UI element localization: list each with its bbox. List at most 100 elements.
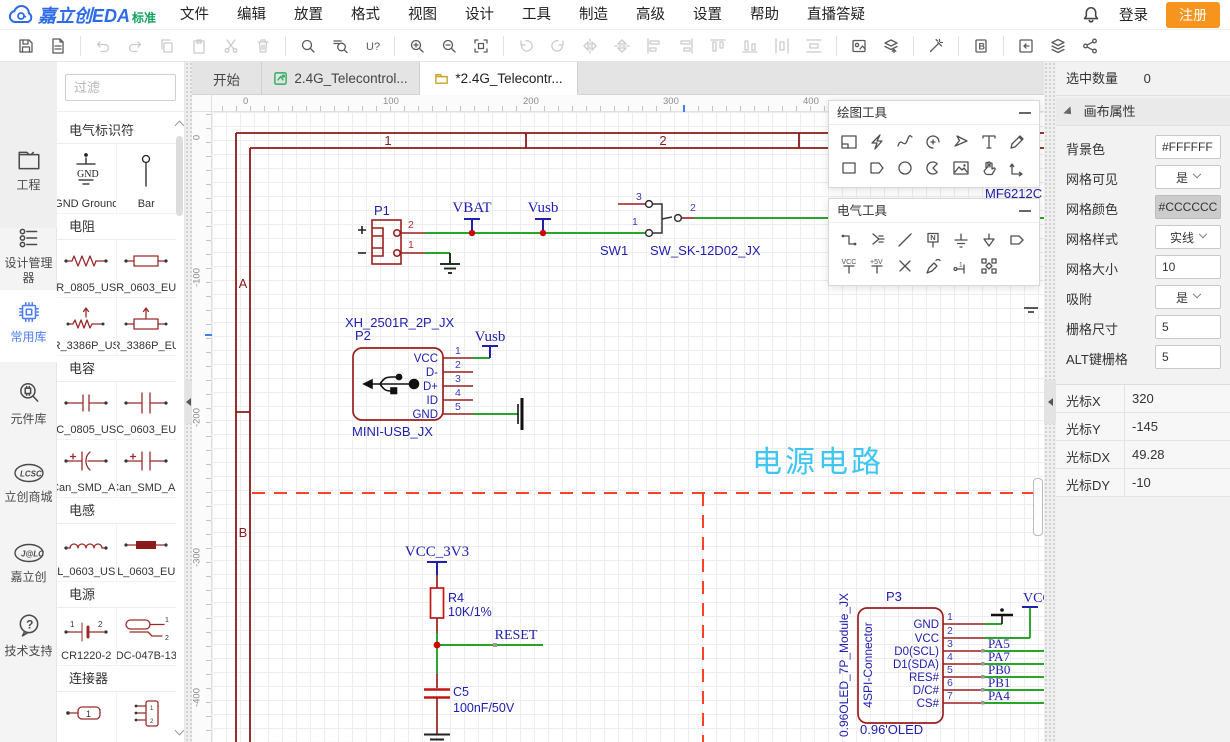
sidebar-item-common-library[interactable]: 常用库 — [0, 300, 57, 345]
ground-tool-icon[interactable] — [947, 227, 975, 253]
component-c5-capacitor[interactable]: C5 100nF/50V — [424, 674, 515, 735]
distribute-vertical-icon[interactable] — [801, 33, 827, 59]
no-connect-tool-icon[interactable] — [891, 253, 919, 279]
theme-switch-icon[interactable] — [878, 33, 904, 59]
redo-icon[interactable] — [122, 33, 148, 59]
collapse-left-handle[interactable] — [185, 380, 192, 424]
line-tool-icon[interactable] — [891, 227, 919, 253]
library-item-cap-polar-eu[interactable]: Can_SMD_AL — [117, 440, 177, 497]
library-scrollbar[interactable] — [175, 114, 184, 742]
menu-file[interactable]: 文件 — [166, 0, 223, 30]
scroll-up-icon[interactable] — [175, 121, 185, 131]
net-flag-vbat[interactable]: VBAT — [452, 200, 491, 236]
zoom-out-icon[interactable] — [436, 33, 462, 59]
rotate-cw-icon[interactable] — [545, 33, 571, 59]
library-item-conn-1pin[interactable]: 1 — [57, 692, 117, 742]
notification-bell-icon[interactable] — [1081, 5, 1101, 25]
library-item-cap-polar-us[interactable]: Can_SMD_AL — [57, 440, 117, 497]
minimize-icon[interactable] — [1019, 112, 1031, 114]
sidebar-item-design-manager[interactable]: 设计管理器 — [0, 226, 57, 286]
vcc-flag-tool-icon[interactable]: VCC — [835, 253, 863, 279]
sidebar-item-project[interactable]: 工程 — [0, 148, 57, 193]
p2-ref[interactable]: P2 — [355, 328, 371, 343]
collapse-right-handle[interactable] — [1044, 380, 1056, 424]
library-item-dc-jack[interactable]: 12 DC-047B-13 — [117, 608, 177, 665]
scrollbar-thumb[interactable] — [1033, 478, 1043, 536]
electrical-tools-titlebar[interactable]: 电气工具 — [829, 199, 1039, 223]
library-item-battery-cr1220[interactable]: 12 CR1220-2 — [57, 608, 117, 665]
menu-live-support[interactable]: 直播答疑 — [793, 0, 879, 30]
ground-triangle-tool-icon[interactable] — [975, 227, 1003, 253]
plus5v-flag-tool-icon[interactable]: +5V — [863, 253, 891, 279]
gnd-symbol-p1[interactable] — [425, 253, 460, 273]
pencil-tool-icon[interactable] — [1003, 129, 1031, 155]
rotate-ccw-icon[interactable] — [513, 33, 539, 59]
section-connectors[interactable]: 连接器 — [57, 666, 176, 692]
login-link[interactable]: 登录 — [1119, 4, 1148, 25]
sidebar-item-component-library[interactable]: 元件库 — [0, 380, 57, 427]
menu-tools[interactable]: 工具 — [508, 0, 565, 30]
library-item-l-0603-us[interactable]: L_0603_US — [57, 524, 117, 581]
library-item-bar[interactable]: Bar — [117, 144, 177, 213]
canvas-properties-header[interactable]: 画布属性 — [1056, 98, 1230, 126]
net-flag-vusb[interactable]: Vusb — [528, 200, 559, 236]
save-icon[interactable] — [45, 33, 71, 59]
section-power[interactable]: 电源 — [57, 582, 176, 608]
menu-format[interactable]: 格式 — [337, 0, 394, 30]
polygon-tool-icon[interactable] — [863, 155, 891, 181]
library-item-c-0805-us[interactable]: C_0805_US — [57, 382, 117, 439]
delete-icon[interactable] — [250, 33, 276, 59]
minimize-icon[interactable] — [1019, 210, 1031, 212]
image-tool-icon[interactable] — [947, 155, 975, 181]
zoom-fit-icon[interactable] — [468, 33, 494, 59]
align-left-icon[interactable] — [641, 33, 667, 59]
menu-help[interactable]: 帮助 — [736, 0, 793, 30]
bus-tool-icon[interactable] — [863, 227, 891, 253]
section-resistors[interactable]: 电阻 — [57, 214, 176, 240]
net-label-reset[interactable]: RESET — [495, 628, 538, 643]
align-top-icon[interactable] — [705, 33, 731, 59]
right-panel-divider[interactable] — [1044, 62, 1056, 742]
arrow-tool-icon[interactable] — [947, 129, 975, 155]
circle-tool-icon[interactable] — [891, 155, 919, 181]
menu-advanced[interactable]: 高级 — [622, 0, 679, 30]
share-icon[interactable] — [1077, 33, 1103, 59]
sw1-name[interactable]: SW_SK-12D02_JX — [650, 243, 761, 258]
menu-edit[interactable]: 编辑 — [223, 0, 280, 30]
sidebar-item-jlc[interactable]: J@LC 嘉立创 — [0, 542, 57, 585]
find-similar-icon[interactable] — [327, 33, 353, 59]
p1-ref[interactable]: P1 — [374, 203, 390, 218]
flip-horizontal-icon[interactable] — [577, 33, 603, 59]
p2-name[interactable]: MINI-USB_JX — [352, 424, 433, 439]
wire-tool-icon[interactable] — [835, 227, 863, 253]
library-item-pot-3386p-us[interactable]: R_3386P_US — [57, 298, 117, 355]
filter-input[interactable] — [65, 74, 176, 101]
menu-design[interactable]: 设计 — [451, 0, 508, 30]
new-document-icon[interactable] — [13, 33, 39, 59]
grid-size-input[interactable]: 10 — [1155, 255, 1221, 279]
undo-icon[interactable] — [90, 33, 116, 59]
menu-fabrication[interactable]: 制造 — [565, 0, 622, 30]
search-icon[interactable] — [295, 33, 321, 59]
section-inductors[interactable]: 电感 — [57, 498, 176, 524]
netlabel-tool-icon[interactable]: N — [919, 227, 947, 253]
polyline-tool-icon[interactable] — [863, 129, 891, 155]
scrollbar-thumb[interactable] — [176, 136, 183, 216]
zoom-in-icon[interactable] — [404, 33, 430, 59]
tab-schematic-modified[interactable]: *2.4G_Telecontr... — [420, 62, 578, 95]
sw1-ref[interactable]: SW1 — [600, 243, 628, 258]
net-flag-vusb-2[interactable]: Vusb — [473, 329, 505, 358]
left-panel-divider[interactable] — [185, 62, 192, 742]
arc-tool-icon[interactable] — [919, 129, 947, 155]
sidebar-item-lcsc-mall[interactable]: LCSC 立创商城 — [0, 462, 57, 505]
wire-reset[interactable]: RESET — [434, 628, 543, 674]
section-capacitors[interactable]: 电容 — [57, 356, 176, 382]
flip-vertical-icon[interactable] — [609, 33, 635, 59]
sidebar-item-tech-support[interactable]: ? 技术支持 — [0, 612, 57, 659]
grid-color-swatch[interactable]: #CCCCCC — [1155, 195, 1221, 219]
drawing-tools-titlebar[interactable]: 绘图工具 — [829, 101, 1039, 125]
gnd-symbol-c5[interactable] — [424, 735, 450, 742]
screenshot-icon[interactable] — [846, 33, 872, 59]
netflag-tool-icon[interactable] — [1003, 227, 1031, 253]
menu-place[interactable]: 放置 — [280, 0, 337, 30]
